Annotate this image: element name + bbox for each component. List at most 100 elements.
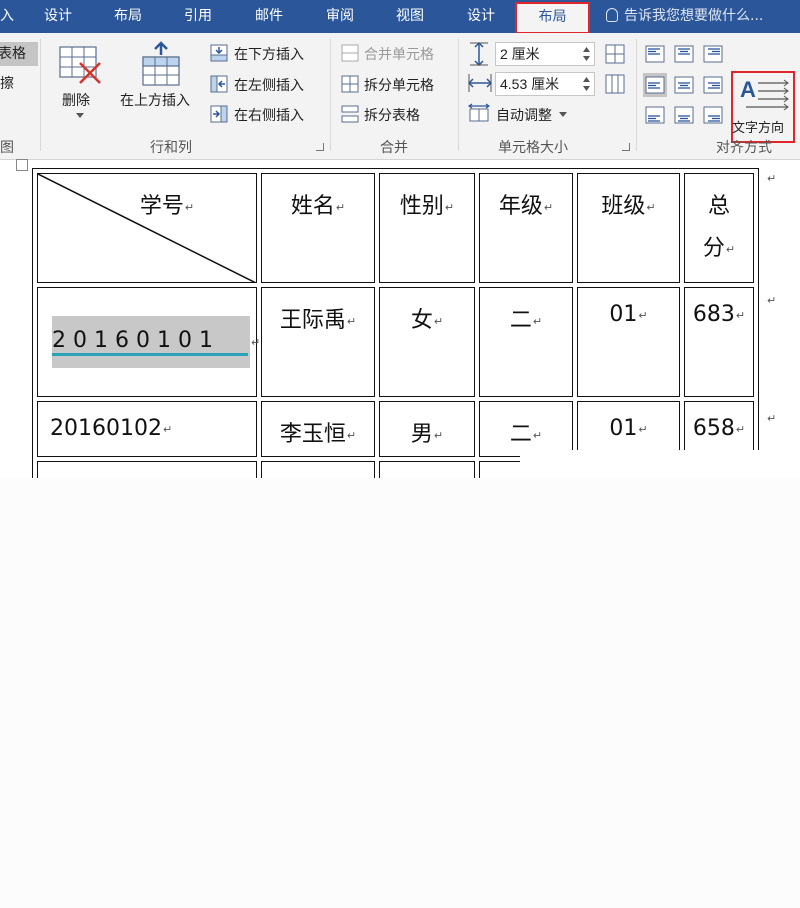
align-top-left-icon	[645, 45, 665, 63]
table-row: 20160102↵ 李玉恒↵ 男↵ 二↵ 01↵ 658↵	[37, 401, 754, 457]
text-direction-icon: A	[740, 77, 789, 111]
group-separator	[330, 39, 331, 151]
cell-total[interactable]: 658↵	[684, 401, 754, 457]
insert-above-icon	[142, 41, 180, 86]
tab-table-layout[interactable]: 布局	[515, 2, 590, 34]
align-top-right-button[interactable]	[701, 42, 725, 66]
diagonal-line	[38, 174, 256, 282]
row-height-input[interactable]: 2 厘米	[495, 42, 595, 66]
tab-design[interactable]: 设计	[44, 0, 72, 33]
overlay-patch	[520, 450, 800, 478]
rows-cols-launcher-icon[interactable]	[316, 143, 324, 151]
cell-gender[interactable]: 女↵	[379, 287, 475, 397]
table-row: 20160101 ↵ 王际禹↵ 女↵ 二↵ 01↵ 683↵	[37, 287, 754, 397]
align-middle-center-icon	[674, 76, 694, 94]
group-label-alignment: 对齐方式	[716, 140, 772, 156]
align-top-center-button[interactable]	[672, 42, 696, 66]
align-middle-right-icon	[703, 76, 723, 94]
tab-references[interactable]: 引用	[184, 0, 212, 33]
spinner-arrows-icon[interactable]	[582, 75, 591, 93]
svg-text:A: A	[740, 77, 756, 102]
insert-right-button[interactable]: 在右侧插入	[234, 105, 304, 125]
insert-above-button[interactable]: 在上方插入	[120, 90, 190, 110]
autofit-label: 自动调整	[496, 108, 552, 124]
document-blank-area	[0, 478, 800, 908]
align-top-left-button[interactable]	[643, 42, 667, 66]
row-end-mark: ↵	[767, 412, 777, 425]
tell-me-text: 告诉我您想要做什么...	[624, 8, 764, 24]
cell-gender[interactable]: 男↵	[379, 401, 475, 457]
row-end-mark: ↵	[767, 172, 777, 185]
group-separator	[40, 39, 41, 151]
header-cell-gender[interactable]: 性别↵	[379, 173, 475, 283]
tab-layout[interactable]: 布局	[114, 0, 142, 33]
align-middle-left-button[interactable]	[643, 73, 667, 97]
delete-button[interactable]: 删除	[62, 90, 90, 110]
tell-me-search[interactable]: 告诉我您想要做什么...	[606, 0, 763, 33]
cell-student-id[interactable]: 20160102↵	[37, 401, 257, 457]
align-bottom-right-icon	[703, 106, 723, 124]
align-bottom-left-button[interactable]	[643, 103, 667, 127]
split-table-button[interactable]: 拆分表格	[364, 105, 420, 125]
table-move-handle-icon[interactable]	[16, 159, 28, 171]
column-width-value: 4.53 厘米	[500, 76, 560, 92]
lightbulb-icon	[606, 8, 618, 22]
header-cell-diagonal[interactable]: 学号↵	[37, 173, 257, 283]
eraser-button[interactable]: 擦	[0, 73, 14, 93]
cell-grade[interactable]: 二↵	[479, 401, 573, 457]
merge-cells-icon	[341, 44, 359, 62]
align-top-center-icon	[674, 45, 694, 63]
chevron-down-icon	[559, 112, 568, 117]
insert-below-button[interactable]: 在下方插入	[234, 44, 304, 64]
row-end-mark: ↵	[767, 294, 777, 307]
cell-grade[interactable]: 二↵	[479, 287, 573, 397]
tab-insert-partial[interactable]: 入	[0, 0, 14, 33]
spinner-arrows-icon[interactable]	[582, 45, 591, 63]
align-bottom-center-icon	[674, 106, 694, 124]
header-cell-class[interactable]: 班级↵	[577, 173, 680, 283]
cell-total[interactable]: 683↵	[684, 287, 754, 397]
align-bottom-center-button[interactable]	[672, 103, 696, 127]
tab-table-design[interactable]: 设计	[467, 0, 495, 33]
group-label-merge: 合并	[380, 140, 408, 156]
insert-below-icon	[210, 44, 228, 62]
select-table-button[interactable]: 表格	[0, 43, 26, 63]
ribbon-tab-bar: 入 设计 布局 引用 邮件 审阅 视图 设计 布局 告诉我您想要做什么...	[0, 0, 800, 34]
tab-view[interactable]: 视图	[396, 0, 424, 33]
distribute-columns-icon[interactable]	[604, 73, 626, 95]
cell-student-id-selected[interactable]: 20160101 ↵	[37, 287, 260, 397]
text-selection: 20160101	[52, 316, 250, 368]
student-table: 学号↵ 姓名↵ 性别↵ 年级↵ 班级↵ 总 分↵ 20160101 ↵ 王际禹↵…	[32, 168, 759, 496]
cell-class[interactable]: 01↵	[577, 401, 680, 457]
cell-name[interactable]: 李玉恒↵	[261, 401, 375, 457]
header-cell-total[interactable]: 总 分↵	[684, 173, 754, 283]
align-middle-right-button[interactable]	[701, 73, 725, 97]
text-direction-button[interactable]: 文字方向	[732, 117, 784, 136]
tab-mailings[interactable]: 邮件	[255, 0, 283, 33]
cell-size-launcher-icon[interactable]	[622, 143, 630, 151]
insert-right-icon	[210, 105, 228, 123]
insert-left-button[interactable]: 在左侧插入	[234, 75, 304, 95]
autofit-button[interactable]: 自动调整	[496, 105, 568, 125]
cell-class[interactable]: 01↵	[577, 287, 680, 397]
group-label-draw: 图	[0, 140, 14, 156]
group-label-rows-cols: 行和列	[150, 140, 192, 156]
selected-student-id: 20160101	[52, 328, 220, 353]
distribute-rows-icon[interactable]	[604, 43, 626, 65]
cell-name[interactable]: 王际禹↵	[261, 287, 375, 397]
align-middle-center-button[interactable]	[672, 73, 696, 97]
merge-cells-button[interactable]: 合并单元格	[364, 44, 434, 64]
ribbon: 表格 擦 图 删除 在上方插入 在下方插入 在左侧插入 在右侧插入 行和列 合并…	[0, 33, 800, 160]
align-middle-left-icon	[645, 76, 665, 94]
insert-left-icon	[210, 75, 228, 93]
header-cell-name[interactable]: 姓名↵	[261, 173, 375, 283]
align-bottom-right-button[interactable]	[701, 103, 725, 127]
split-cells-icon	[341, 75, 359, 93]
split-cells-button[interactable]: 拆分单元格	[364, 75, 434, 95]
delete-table-icon	[59, 46, 101, 84]
split-table-icon	[341, 105, 359, 123]
tab-review[interactable]: 审阅	[326, 0, 354, 33]
align-top-right-icon	[703, 45, 723, 63]
header-cell-grade[interactable]: 年级↵	[479, 173, 573, 283]
column-width-input[interactable]: 4.53 厘米	[495, 72, 595, 96]
